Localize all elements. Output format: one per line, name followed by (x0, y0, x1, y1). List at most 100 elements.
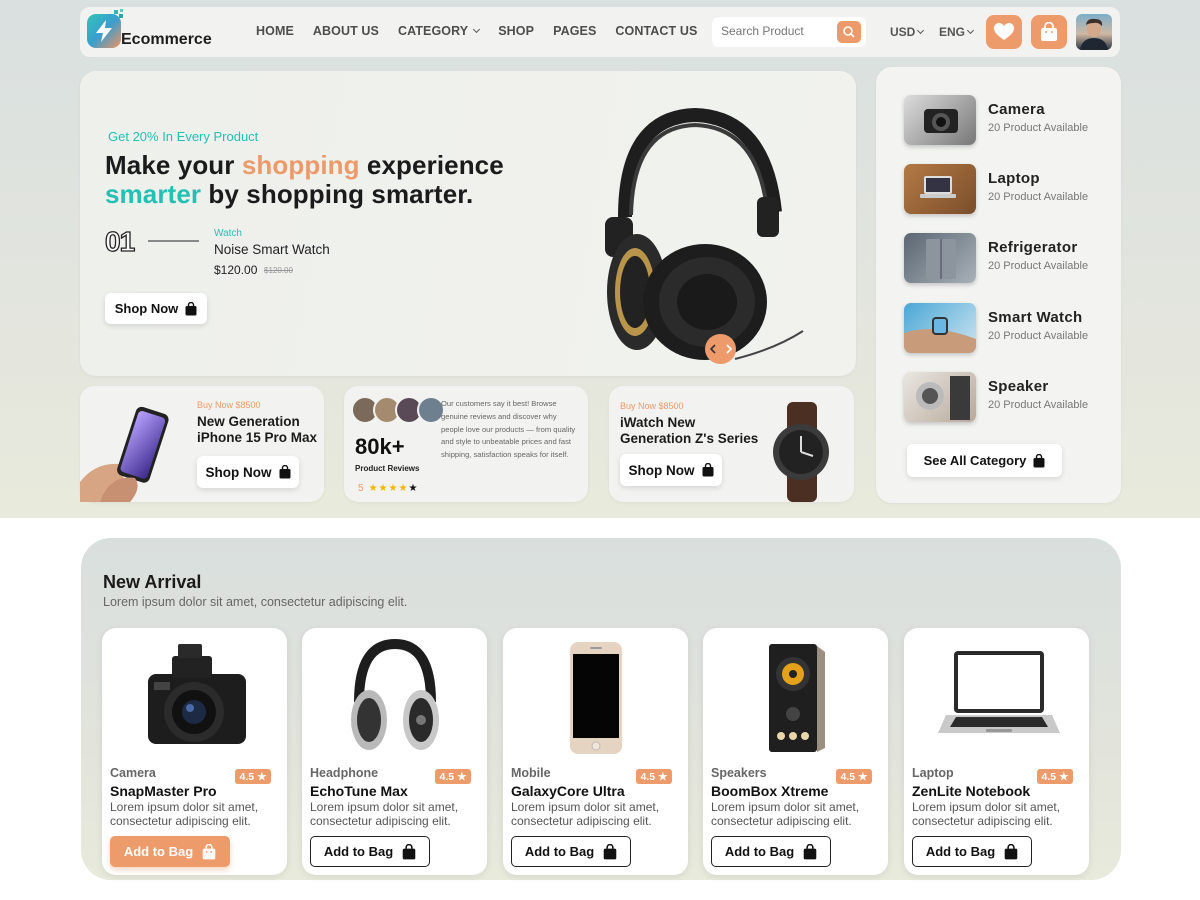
review-description: Our customers say it best! Browse genuin… (441, 399, 576, 460)
featured-category: Watch (214, 228, 242, 239)
add-to-bag-button[interactable]: Add to Bag (310, 836, 430, 867)
chevron-left-icon[interactable] (709, 344, 717, 354)
category-panel: Camera 20 Product Available Laptop 20 Pr… (876, 67, 1121, 503)
iphone-image (80, 406, 169, 502)
shopping-bag-icon (279, 465, 290, 479)
shopping-bag-icon (402, 843, 416, 859)
product-category: Mobile (511, 766, 551, 780)
featured-product-name: Noise Smart Watch (214, 242, 330, 257)
product-category: Camera (110, 766, 156, 780)
new-arrival-section: New Arrival Lorem ipsum dolor sit amet, … (81, 538, 1121, 880)
add-to-bag-button[interactable]: Add to Bag (912, 836, 1032, 867)
product-category: Laptop (912, 766, 954, 780)
star-icon: ★ (388, 483, 398, 494)
refrigerator-thumbnail (904, 233, 976, 283)
currency-select[interactable]: USD (890, 25, 925, 39)
product-card[interactable]: Mobile 4.5 ★ GalaxyCore Ultra Lorem ipsum… (503, 628, 688, 875)
rating-badge: 4.5 ★ (836, 769, 872, 784)
category-item-smart-watch[interactable]: Smart Watch 20 Product Available (904, 303, 1104, 355)
category-item-refrigerator[interactable]: Refrigerator 20 Product Available (904, 233, 1104, 285)
add-to-bag-button[interactable]: Add to Bag (711, 836, 831, 867)
product-name: EchoTune Max (310, 783, 408, 799)
main-nav: HOME ABOUT US CATEGORY SHOP PAGES CONTAC… (256, 24, 716, 38)
rating-badge: 4.5 ★ (235, 769, 271, 784)
product-description: Lorem ipsum dolor sit amet, consectetur … (110, 800, 259, 828)
hero-headline: Make your shopping experience smarter by… (105, 150, 504, 209)
mobile-product-image (503, 633, 688, 763)
iphone-shop-now-button[interactable]: Shop Now (197, 456, 299, 488)
shopping-bag-icon (1041, 22, 1057, 41)
category-item-laptop[interactable]: Laptop 20 Product Available (904, 164, 1104, 216)
slider-nav (705, 334, 736, 364)
hero-promo-text: Get 20% In Every Product (108, 129, 259, 144)
hero-shop-now-button[interactable]: Shop Now (105, 293, 207, 324)
language-select[interactable]: ENG (939, 25, 975, 39)
category-item-speaker[interactable]: Speaker 20 Product Available (904, 372, 1104, 424)
star-icon: ★ (378, 483, 388, 494)
category-item-camera[interactable]: Camera 20 Product Available (904, 95, 1104, 147)
nav-contact-us[interactable]: CONTACT US (615, 24, 697, 38)
section-title: New Arrival (103, 572, 202, 592)
product-card[interactable]: Headphone 4.5 ★ EchoTune Max Lorem ipsum … (302, 628, 487, 875)
shopping-bag-icon (185, 301, 197, 315)
product-category: Speakers (711, 766, 767, 780)
iwatch-image (773, 402, 829, 502)
product-card[interactable]: Speakers 4.5 ★ BoomBox Xtreme Lorem ipsum… (703, 628, 888, 875)
chevron-right-icon[interactable] (725, 344, 733, 354)
search-box (712, 17, 866, 47)
iwatch-title: iWatch New Generation Z's Series (620, 415, 759, 446)
product-name: GalaxyCore Ultra (511, 783, 625, 799)
heart-icon (994, 23, 1014, 40)
star-icon: ★ (457, 770, 467, 783)
product-name: BoomBox Xtreme (711, 783, 829, 799)
star-icon: ★ (658, 770, 668, 783)
camera-thumbnail (904, 95, 976, 145)
see-all-category-button[interactable]: See All Category (907, 444, 1062, 477)
product-category: Headphone (310, 766, 379, 780)
search-input[interactable] (721, 24, 831, 38)
iwatch-shop-now-button[interactable]: Shop Now (620, 454, 722, 486)
iwatch-promo-card: Buy Now $8500 iWatch New Generation Z's S… (609, 386, 854, 502)
shopping-bag-icon (202, 843, 216, 859)
section-subtitle: Lorem ipsum dolor sit amet, consectetur … (103, 595, 408, 609)
smartwatch-thumbnail (904, 303, 976, 353)
review-rating: 5 ★ ★ ★ ★ ★ (358, 483, 418, 494)
product-name: SnapMaster Pro (110, 783, 217, 799)
iphone-buy-price: Buy Now $8500 (197, 400, 261, 410)
add-to-bag-button[interactable]: Add to Bag (110, 836, 230, 867)
slide-number: 01 (104, 225, 135, 257)
nav-about-us[interactable]: ABOUT US (313, 24, 379, 38)
nav-category[interactable]: CATEGORY (398, 24, 481, 38)
featured-old-price: $120.00 (264, 266, 293, 275)
star-icon: ★ (398, 483, 408, 494)
rating-badge: 4.5 ★ (1037, 769, 1073, 784)
speaker-product-image (703, 633, 888, 763)
wishlist-button[interactable] (986, 15, 1022, 49)
reviewer-avatars (351, 396, 445, 424)
product-card[interactable]: Laptop 4.5 ★ ZenLite Notebook Lorem ipsum… (904, 628, 1089, 875)
chevron-down-icon (917, 26, 925, 35)
nav-pages[interactable]: PAGES (553, 24, 596, 38)
search-button[interactable] (837, 21, 861, 43)
shopping-bag-icon (803, 843, 817, 859)
iwatch-buy-price: Buy Now $8500 (620, 401, 684, 411)
star-icon: ★ (408, 483, 418, 494)
star-icon: ★ (1059, 770, 1069, 783)
logo-text[interactable]: Ecommerce (121, 31, 212, 49)
product-card[interactable]: Camera 4.5 ★ SnapMaster Pro Lorem ipsum d… (102, 628, 287, 875)
star-icon: ★ (257, 770, 267, 783)
add-to-bag-button[interactable]: Add to Bag (511, 836, 631, 867)
product-description: Lorem ipsum dolor sit amet, consectetur … (511, 800, 660, 828)
rating-badge: 4.5 ★ (636, 769, 672, 784)
iphone-promo-card: Buy Now $8500 New Generation iPhone 15 Pr… (80, 386, 324, 502)
iphone-title: New Generation iPhone 15 Pro Max (197, 414, 318, 445)
nav-home[interactable]: HOME (256, 24, 294, 38)
shopping-bag-icon (1033, 453, 1045, 467)
cart-button[interactable] (1031, 15, 1067, 49)
featured-price: $120.00 (214, 263, 258, 277)
user-avatar[interactable] (1076, 14, 1112, 50)
shopping-bag-icon (603, 843, 617, 859)
search-icon (843, 26, 855, 38)
star-icon: ★ (368, 483, 378, 494)
nav-shop[interactable]: SHOP (498, 24, 534, 38)
